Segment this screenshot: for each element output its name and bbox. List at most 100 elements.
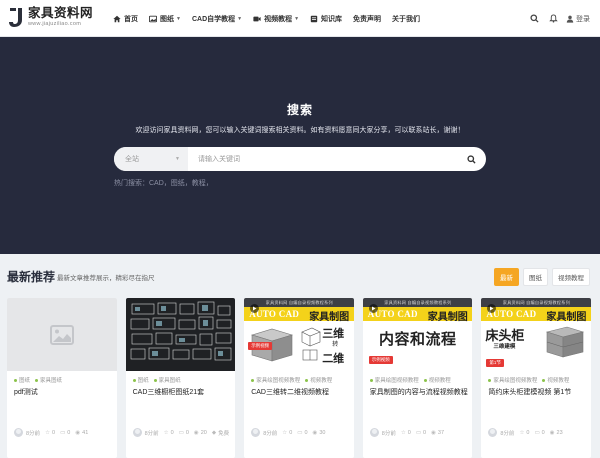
category-link[interactable]: 视频教程 bbox=[429, 376, 451, 384]
post-favorites: ☆ 0 bbox=[400, 429, 411, 436]
site-logo[interactable]: 家具资料网 www.jiajuziliao.com bbox=[7, 6, 93, 28]
play-icon[interactable] bbox=[368, 304, 378, 313]
avatar[interactable] bbox=[369, 428, 379, 437]
section-tabs: 最新 图纸 视频教程 bbox=[490, 268, 590, 286]
post-categories: 家具绘图视频教程 视频教程 bbox=[251, 376, 332, 384]
comment-icon: ▭ bbox=[415, 429, 422, 436]
post-meta: 8分前 ☆ 0 ▭ 0 ◉ 23 bbox=[488, 428, 567, 437]
post-title[interactable]: 家具制图的内容与流程视频教程 bbox=[370, 387, 468, 397]
post-price: ◆ 免费 bbox=[211, 429, 230, 437]
avatar[interactable] bbox=[488, 428, 498, 437]
section-title: 最新推荐 bbox=[7, 270, 56, 284]
post-categories: 图纸 家具图纸 bbox=[132, 376, 181, 384]
avatar[interactable] bbox=[14, 428, 23, 437]
header-actions: 登录 bbox=[522, 0, 590, 37]
cover-big-text: 内容和流程 bbox=[379, 331, 457, 348]
nav-item-cad-tutorial[interactable]: CAD自学教程 ▼ bbox=[192, 14, 242, 24]
category-link[interactable]: 家具绘图视频教程 bbox=[375, 376, 419, 384]
comment-icon: ▭ bbox=[534, 429, 540, 436]
eye-icon: ◉ bbox=[312, 429, 318, 436]
cover-mid-text: 转 bbox=[332, 342, 339, 348]
post-views: ◉ 37 bbox=[431, 429, 445, 436]
hot-searches[interactable]: 热门搜索：CAD，图纸，教程， bbox=[114, 178, 213, 188]
post-time: 8分前 bbox=[263, 430, 278, 437]
post-favorites: ☆ 0 bbox=[282, 429, 293, 436]
category-link[interactable]: 家具绘图视频教程 bbox=[493, 376, 537, 384]
site-name: 家具资料网 bbox=[28, 6, 94, 20]
post-card[interactable]: 家具资料网 自编自录视频教程系列 AUTO CAD 家具制图 内容和流程 示例视… bbox=[362, 298, 473, 458]
nav-item-disclaimer[interactable]: 免责声明 bbox=[353, 14, 381, 24]
category-link[interactable]: 视频教程 bbox=[310, 376, 332, 384]
category-link[interactable]: 家具图纸 bbox=[40, 376, 62, 384]
category-link[interactable]: 视频教程 bbox=[547, 376, 569, 384]
category-link[interactable]: 图纸 bbox=[138, 376, 149, 384]
post-title[interactable]: CAD三维转二维视频教程 bbox=[251, 387, 329, 397]
chevron-down-icon: ▼ bbox=[237, 15, 243, 22]
post-title[interactable]: pdf测试 bbox=[14, 387, 38, 397]
post-title[interactable]: CAD三维橱柜图纸21套 bbox=[133, 387, 205, 397]
comment-icon: ▭ bbox=[60, 429, 66, 436]
search-scope-select[interactable]: 全站 ▼ bbox=[114, 147, 188, 171]
star-icon: ☆ bbox=[45, 429, 50, 436]
post-comments: ▭ 0 bbox=[415, 429, 427, 436]
drawings-preview-image bbox=[125, 298, 236, 371]
cover-big-text-2: 二维 bbox=[322, 353, 345, 365]
post-favorites: ☆ 0 bbox=[519, 429, 530, 436]
avatar[interactable] bbox=[132, 428, 142, 437]
post-card[interactable]: 图纸 家具图纸 CAD三维橱柜图纸21套 8分前 ☆ 0 ▭ 0 ◉ 20 ◆ 免费 bbox=[125, 298, 236, 458]
search-hero: 搜索 欢迎访问家具资料网，您可以输入关键词搜索相关资料。如有资料愿意同大家分享，… bbox=[0, 37, 600, 254]
search-submit-icon[interactable] bbox=[464, 152, 478, 166]
star-icon: ☆ bbox=[282, 429, 288, 436]
tab-video-tutorials[interactable]: 视频教程 bbox=[552, 268, 590, 286]
nav-item-video[interactable]: 视频教程 ▼ bbox=[253, 14, 299, 24]
tab-drawings[interactable]: 图纸 bbox=[523, 268, 548, 286]
search-scope-value: 全站 bbox=[125, 156, 139, 163]
site-domain: www.jiajuziliao.com bbox=[28, 20, 82, 27]
cover-tag: 示例视频 bbox=[248, 342, 273, 350]
post-card[interactable]: 家具资料网 自编自录视频教程系列 AUTO CAD 家具制图 床头柜 三维建模 … bbox=[481, 298, 591, 458]
category-link[interactable]: 家具绘图视频教程 bbox=[256, 376, 300, 384]
post-meta: 8分前 ☆ 0 ▭ 0 ◉ 30 bbox=[251, 428, 330, 437]
bell-icon[interactable] bbox=[546, 12, 560, 26]
post-thumbnail[interactable]: 家具资料网 自编自录视频教程系列 AUTO CAD 家具制图 内容和流程 示例视… bbox=[362, 298, 473, 371]
avatar[interactable] bbox=[251, 428, 261, 437]
nav-item-knowledge[interactable]: 知识库 bbox=[310, 14, 342, 24]
cover-tag: 示例视频 bbox=[368, 356, 393, 364]
category-link[interactable]: 图纸 bbox=[19, 376, 30, 384]
image-placeholder-icon bbox=[7, 298, 117, 371]
post-card[interactable]: 图纸 家具图纸 pdf测试 8分前 ☆ 0 ▭ 0 ◉ 41 bbox=[7, 298, 117, 458]
post-thumbnail[interactable] bbox=[125, 298, 236, 371]
post-comments: ▭ 0 bbox=[178, 429, 189, 436]
category-link[interactable]: 家具图纸 bbox=[159, 376, 181, 384]
eye-icon: ◉ bbox=[193, 429, 199, 436]
post-categories: 家具绘图视频教程 视频教程 bbox=[369, 376, 451, 384]
main-nav: 首页 图纸 ▼ CAD自学教程 ▼ 视频教程 ▼ 知识库 免责声明 关于我们 bbox=[113, 0, 431, 37]
nav-item-label: 首页 bbox=[124, 15, 138, 23]
post-thumbnail[interactable]: 家具资料网 自编自录视频教程系列 AUTO CAD 家具制图 床头柜 三维建模 … bbox=[481, 298, 591, 371]
post-thumbnail[interactable] bbox=[7, 298, 117, 371]
video-icon bbox=[253, 15, 261, 23]
book-icon bbox=[310, 15, 318, 23]
post-thumbnail[interactable]: 家具资料网 自编自录视频教程系列 AUTO CAD 家具制图 三维 转 二维 示… bbox=[244, 298, 354, 371]
search-icon[interactable] bbox=[527, 12, 541, 26]
post-favorites: ☆ 0 bbox=[163, 429, 174, 436]
section-description: 最新文章推荐展示，精彩尽在指尺 bbox=[57, 275, 155, 282]
nav-item-home[interactable]: 首页 bbox=[113, 14, 138, 24]
post-views: ◉ 23 bbox=[549, 429, 563, 436]
post-card[interactable]: 家具资料网 自编自录视频教程系列 AUTO CAD 家具制图 三维 转 二维 示… bbox=[244, 298, 354, 458]
cover-right-label: 家具制图 bbox=[546, 312, 587, 323]
search-input[interactable] bbox=[192, 147, 452, 171]
tab-latest[interactable]: 最新 bbox=[494, 268, 519, 286]
comment-icon: ▭ bbox=[297, 429, 303, 436]
post-categories: 图纸 家具图纸 bbox=[14, 376, 62, 384]
eye-icon: ◉ bbox=[431, 429, 436, 436]
nav-item-about[interactable]: 关于我们 bbox=[392, 14, 420, 24]
post-title[interactable]: 简约床头柜建模视频 第1节 bbox=[488, 387, 571, 397]
post-meta: 8分前 ☆ 0 ▭ 0 ◉ 37 bbox=[369, 428, 449, 437]
nav-item-drawings[interactable]: 图纸 ▼ bbox=[149, 14, 181, 24]
login-button[interactable]: 登录 bbox=[566, 14, 590, 24]
cover-mid-text: 三维建模 bbox=[493, 344, 516, 350]
post-comments: ▭ 0 bbox=[60, 429, 71, 436]
post-views: ◉ 20 bbox=[193, 429, 207, 436]
star-icon: ☆ bbox=[519, 429, 525, 436]
